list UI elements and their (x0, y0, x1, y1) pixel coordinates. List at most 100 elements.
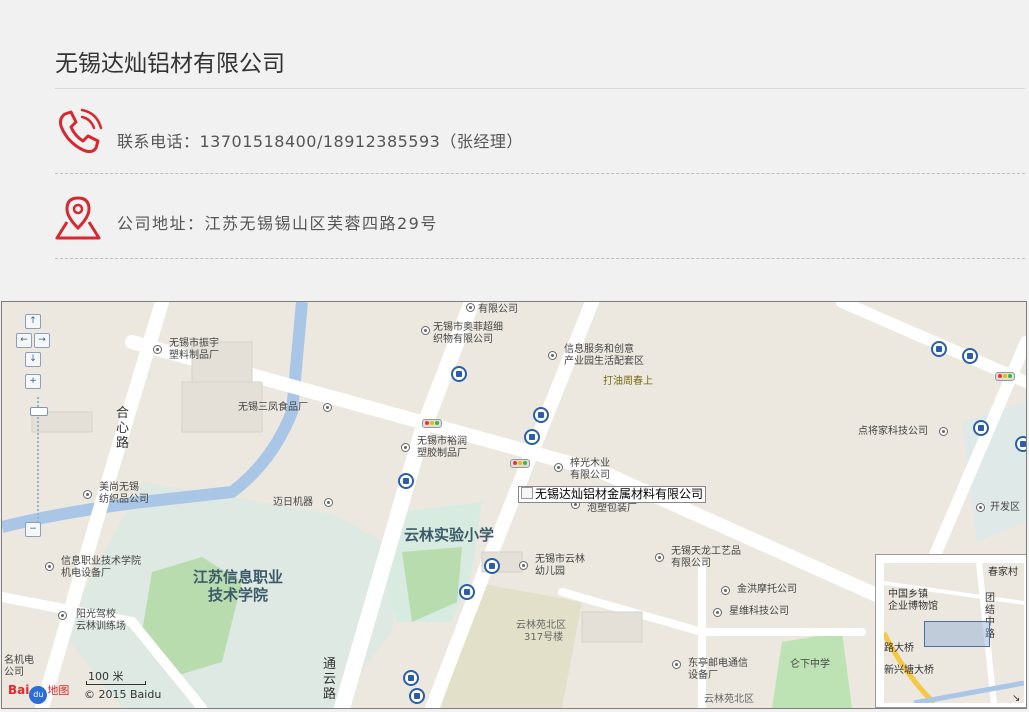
poi-dot (721, 586, 730, 595)
area-label-school: 云林实验小学 (403, 526, 494, 544)
marker-text: 无锡达灿铝材金属材料有限公司 (535, 487, 704, 501)
overview-label: 春家村 (988, 567, 1018, 578)
pan-down-button[interactable]: ↓ (25, 352, 41, 367)
poi-label: 有限公司 (570, 470, 610, 481)
poi-label: 无锡市裕润 (417, 436, 467, 447)
poi-dot (713, 608, 722, 617)
poi-label: 有限公司 (478, 304, 518, 315)
bus-stop-icon (459, 584, 475, 600)
poi-label: 设备厂 (688, 670, 718, 681)
poi-label: 纺织品公司 (99, 494, 149, 505)
overview-label: 路大桥 (884, 643, 914, 654)
poi-label: 幼儿园 (535, 566, 565, 577)
road-label-tongyun: 通云路 (323, 657, 337, 702)
pan-right-button[interactable]: → (34, 333, 50, 348)
poi-label: 云林苑北区 (704, 694, 754, 705)
poi-dot (548, 351, 557, 360)
poi-label: 迈日机器 (273, 497, 313, 508)
company-marker-label[interactable]: 无锡达灿铝材金属材料有限公司 (518, 486, 707, 503)
poi-label: 无锡市云林 (535, 554, 585, 565)
address-row: 公司地址：江苏无锡锡山区芙蓉四路29号 (55, 190, 1025, 274)
phone-icon (55, 108, 103, 160)
overview-label: 企业博物馆 (888, 601, 938, 612)
zoom-slider-knob[interactable] (30, 407, 48, 416)
poi-label: 打油周春上 (603, 376, 653, 387)
overview-toggle-icon[interactable]: ↘ (1012, 693, 1024, 705)
poi-dot (324, 498, 333, 507)
bus-stop-icon (409, 688, 425, 704)
poi-label: 点将家科技公司 (858, 426, 928, 437)
poi-dot (323, 403, 332, 412)
poi-dot (672, 660, 681, 669)
bus-stop-icon (931, 341, 947, 357)
bus-stop-icon (1015, 436, 1026, 452)
poi-label: 无锡三凤食品厂 (238, 402, 308, 413)
poi-label: 产业园生活配套区 (564, 356, 644, 367)
poi-dot (554, 463, 563, 472)
scale-bar (86, 681, 146, 685)
poi-dot (655, 553, 664, 562)
poi-dot (401, 443, 410, 452)
map-tiles (2, 302, 1026, 708)
parking-icon (403, 670, 419, 686)
poi-label: 信息服务和创意 (564, 344, 634, 355)
poi-label: 东亭邮电通信 (688, 658, 748, 669)
phone-text: 联系电话：13701518400/18912385593（张经理） (117, 132, 523, 151)
paw-icon: du (29, 686, 48, 704)
poi-label: 金洪摩托公司 (737, 584, 797, 595)
zoom-in-button[interactable]: + (25, 374, 41, 389)
poi-label: 塑料制品厂 (169, 350, 219, 361)
poi-label: 名机电 (4, 655, 34, 666)
poi-dot (45, 562, 54, 571)
bus-stop-icon (398, 473, 414, 489)
poi-dot (421, 326, 430, 335)
phone-row: 联系电话：13701518400/18912385593（张经理） (55, 106, 1025, 190)
poi-label: 信息职业技术学院 (61, 556, 141, 567)
poi-label: 美尚无锡 (99, 482, 139, 493)
poi-label: 星维科技公司 (729, 606, 789, 617)
poi-label: 云林苑北区 (516, 620, 566, 631)
bus-stop-icon (451, 366, 467, 382)
poi-label: 仑下中学 (790, 659, 830, 670)
traffic-light-icon (510, 459, 530, 468)
pan-up-button[interactable]: ↑ (25, 314, 41, 329)
company-name: 无锡达灿铝材有限公司 (55, 51, 285, 77)
poi-label: 塑胶制品厂 (417, 448, 467, 459)
traffic-light-icon (995, 372, 1015, 381)
poi-label: 织物有限公司 (433, 334, 493, 345)
poi-dot (466, 303, 475, 312)
poi-label: 泡塑包装厂 (587, 503, 637, 514)
poi-label: 无锡市振宇 (169, 338, 219, 349)
poi-dot (519, 561, 528, 570)
logo-ditu: 地图 (47, 684, 70, 697)
bus-stop-icon (973, 420, 989, 436)
baidu-map[interactable]: ↑ ← → ↓ + − 有限公司 无锡市奥菲超细 织物有限公司 无锡市振宇 塑料… (1, 301, 1027, 709)
location-pin-icon (55, 196, 103, 244)
traffic-light-icon (422, 419, 442, 428)
poi-label: 梓光木业 (570, 458, 610, 469)
baidu-logo[interactable]: Bai du 地图 (8, 682, 69, 704)
broken-image-icon (521, 487, 533, 499)
overview-label: 新兴塘大桥 (884, 665, 934, 676)
poi-label: 317号楼 (524, 632, 564, 643)
poi-label: 开发区 (990, 502, 1020, 513)
overview-map[interactable]: 春家村 中国乡镇 企业博物馆 路大桥 新兴塘大桥 团结中路 ↘ (875, 554, 1026, 708)
copyright: © 2015 Baidu (84, 688, 162, 701)
zoom-out-button[interactable]: − (25, 522, 41, 537)
address-text: 公司地址：江苏无锡锡山区芙蓉四路29号 (117, 214, 438, 233)
overview-viewport-rect[interactable] (924, 621, 990, 647)
bus-stop-icon (533, 407, 549, 423)
overview-map-tiles: 春家村 中国乡镇 企业博物馆 路大桥 新兴塘大桥 团结中路 (884, 563, 1024, 703)
pan-left-button[interactable]: ← (16, 333, 32, 348)
poi-label: 公司 (4, 667, 24, 678)
dashed-divider (55, 258, 1025, 259)
poi-dot (153, 345, 162, 354)
road-label-hexin: 合心路 (116, 406, 130, 451)
poi-label: 云林训练场 (76, 621, 126, 632)
parking-icon (484, 558, 500, 574)
poi-label: 阳光驾校 (76, 609, 116, 620)
zoom-slider-track[interactable] (37, 397, 39, 527)
area-label-college: 江苏信息职业 技术学院 (192, 568, 283, 604)
poi-dot (83, 490, 92, 499)
poi-dot (976, 503, 985, 512)
